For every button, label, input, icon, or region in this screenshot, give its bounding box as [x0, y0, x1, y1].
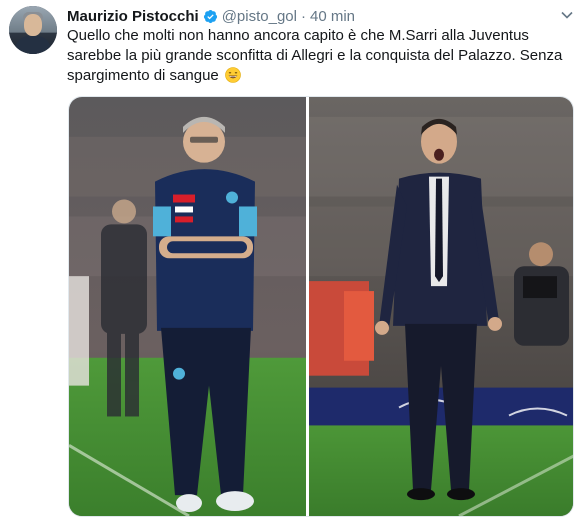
chevron-down-icon[interactable]: [560, 8, 574, 22]
photo-right[interactable]: [309, 97, 573, 516]
tweet-text: Quello che molti non hanno ancora capito…: [67, 27, 563, 84]
photo-left[interactable]: [69, 97, 306, 516]
photo-left-image: [69, 97, 306, 516]
author-handle[interactable]: @pisto_gol: [222, 8, 297, 25]
tweet-media[interactable]: [68, 96, 574, 517]
tweet[interactable]: Maurizio Pistocchi @pisto_gol · 40 min Q…: [0, 0, 584, 518]
author-name[interactable]: Maurizio Pistocchi: [67, 8, 199, 25]
timestamp-link[interactable]: 40 min: [310, 8, 355, 25]
avatar[interactable]: [9, 6, 57, 54]
grinning-face-icon: [225, 67, 241, 83]
tweet-header: Maurizio Pistocchi @pisto_gol · 40 min: [67, 6, 355, 26]
tweet-text-block: Quello che molti non hanno ancora capito…: [67, 26, 575, 86]
photo-right-image: [309, 97, 573, 516]
verified-badge-icon: [203, 9, 218, 24]
separator-dot: ·: [300, 7, 306, 25]
